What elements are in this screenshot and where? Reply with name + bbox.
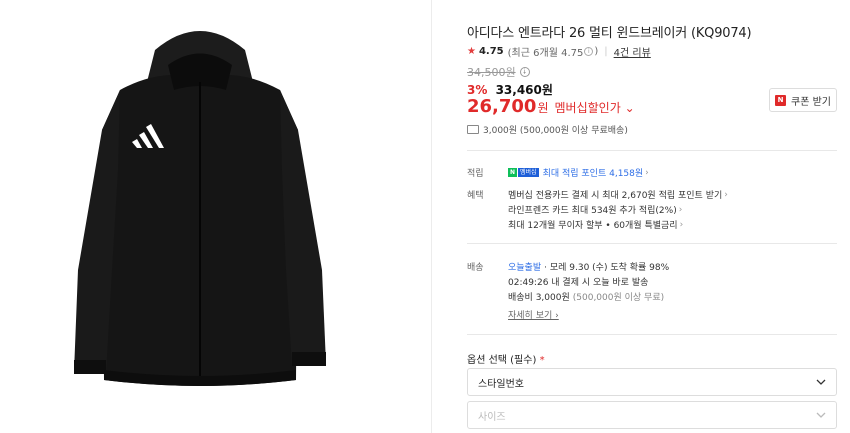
naver-n-icon: N — [508, 168, 517, 177]
points-text: 최대 적립 포인트 4,158원 — [542, 169, 644, 179]
option-label: 옵션 선택 (필수) * — [467, 351, 545, 366]
original-price: 34,500원 i — [467, 64, 530, 80]
delivery-fee: 배송비 3,000원 — [508, 293, 570, 303]
benefit-item-text: 라인프렌즈 카드 최대 534원 추가 적립(2%) — [508, 206, 677, 216]
benefit-item[interactable]: 최대 12개월 무이자 할부 • 60개월 특별금리 › — [508, 218, 684, 232]
delivery-line: 오늘출발 · 모레 9.30 (수) 도착 확률 98% — [508, 260, 669, 273]
member-price: 26,700 — [467, 96, 537, 117]
delivery-label: 배송 — [467, 263, 484, 273]
original-price-value: 34,500원 — [467, 66, 516, 79]
chevron-right-icon: › — [679, 219, 684, 230]
benefit-label: 혜택 — [467, 191, 484, 201]
chevron-down-icon — [816, 379, 826, 385]
rating-recent-close: ) — [594, 46, 599, 57]
delivery-fee-line: 배송비 3,000원 (500,000원 이상 무료) — [508, 290, 664, 303]
points-line[interactable]: N 멤버십 최대 적립 포인트 4,158원 › — [508, 166, 649, 179]
delivery-fee-note: (500,000원 이상 무료) — [572, 293, 665, 303]
rating-row: ★ 4.75 (최근 6개월 4.75 i ) | 4건 리뷰 — [467, 44, 651, 59]
required-mark: * — [539, 355, 545, 366]
option-label-text: 옵션 선택 (필수) — [467, 355, 537, 366]
truck-icon — [467, 125, 479, 134]
style-number-select-text: 스타일번호 — [478, 378, 524, 390]
chevron-right-icon: › — [678, 204, 683, 215]
product-info-panel: 아디다스 엔트라다 26 멀티 윈드브레이커 (KQ9074) ★ 4.75 (… — [467, 0, 837, 433]
benefit-item[interactable]: 멤버십 전용카드 결제 시 최대 2,670원 적립 포인트 받기 › — [508, 188, 728, 202]
points-label: 적립 — [467, 169, 484, 179]
naver-n-icon: N — [775, 94, 786, 106]
product-image-panel — [0, 0, 432, 433]
style-number-select[interactable]: 스타일번호 — [467, 368, 837, 396]
star-icon: ★ — [467, 46, 476, 57]
shipping-summary: 3,000원 (500,000원 이상 무료배송) — [467, 123, 628, 136]
divider — [467, 334, 837, 335]
benefit-item-text: 최대 12개월 무이자 할부 • 60개월 특별금리 — [508, 221, 678, 231]
info-icon[interactable]: i — [519, 67, 530, 77]
size-select[interactable]: 사이즈 — [467, 401, 837, 429]
jacket-image — [74, 31, 326, 386]
benefit-item-text: 멤버십 전용카드 결제 시 최대 2,670원 적립 포인트 받기 — [508, 191, 723, 201]
membership-badge: 멤버십 — [518, 168, 539, 177]
sale-price: 33,460원 — [495, 83, 553, 97]
member-price-label[interactable]: 멤버십할인가 ⌄ — [555, 99, 635, 116]
shipping-summary-text: 3,000원 (500,000원 이상 무료배송) — [483, 126, 628, 136]
coupon-button[interactable]: N 쿠폰 받기 — [769, 88, 837, 112]
separator: | — [604, 46, 608, 57]
member-price-unit: 원 — [537, 101, 549, 115]
delivery-cutoff: 02:49:26 내 결제 시 오늘 바로 발송 — [508, 278, 649, 288]
divider — [467, 243, 837, 244]
product-title: 아디다스 엔트라다 26 멀티 윈드브레이커 (KQ9074) — [467, 26, 752, 41]
chevron-down-icon — [816, 412, 826, 418]
delivery-arrival: · 모레 9.30 (수) 도착 확률 98% — [544, 263, 670, 273]
coupon-label: 쿠폰 받기 — [791, 96, 831, 108]
chevron-right-icon: › — [645, 167, 649, 178]
discount-percent: 3% — [467, 83, 488, 97]
divider — [467, 150, 837, 151]
member-price-row: 26,700 원 멤버십할인가 ⌄ — [467, 96, 635, 117]
reviews-link[interactable]: 4건 리뷰 — [614, 44, 651, 59]
info-icon[interactable]: i — [584, 47, 594, 56]
rating-score: 4.75 — [478, 46, 504, 57]
size-select-text: 사이즈 — [478, 411, 506, 423]
chevron-right-icon: › — [724, 189, 728, 200]
benefit-item[interactable]: 라인프렌즈 카드 최대 534원 추가 적립(2%) › — [508, 203, 683, 217]
delivery-type: 오늘출발 — [508, 263, 542, 273]
delivery-detail-link[interactable]: 자세히 보기 › — [508, 308, 559, 321]
rating-recent: (최근 6개월 4.75 — [507, 48, 584, 59]
